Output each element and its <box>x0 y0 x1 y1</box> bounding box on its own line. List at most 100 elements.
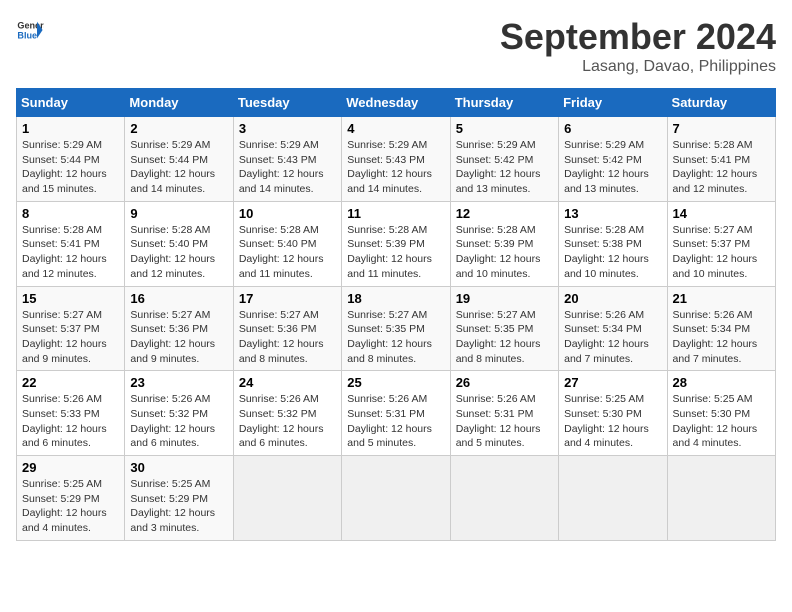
day-number: 21 <box>673 291 770 306</box>
day-number: 10 <box>239 206 336 221</box>
table-row: 29 Sunrise: 5:25 AM Sunset: 5:29 PM Dayli… <box>17 456 776 541</box>
table-cell: 3Sunrise: 5:29 AM Sunset: 5:43 PM Daylig… <box>233 117 341 202</box>
day-info: Sunrise: 5:26 AM Sunset: 5:34 PM Dayligh… <box>564 308 661 367</box>
table-cell <box>450 456 558 541</box>
table-cell <box>667 456 775 541</box>
calendar-title: September 2024 <box>500 16 776 58</box>
table-cell <box>233 456 341 541</box>
table-cell: 25 Sunrise: 5:26 AM Sunset: 5:31 PM Dayli… <box>342 371 450 456</box>
day-number: 26 <box>456 375 553 390</box>
day-number: 13 <box>564 206 661 221</box>
header-row: Sunday Monday Tuesday Wednesday Thursday… <box>17 89 776 117</box>
day-number: 16 <box>130 291 227 306</box>
svg-text:Blue: Blue <box>17 30 37 40</box>
table-cell: 13 Sunrise: 5:28 AM Sunset: 5:38 PM Dayli… <box>559 201 667 286</box>
day-info: Sunrise: 5:29 AM Sunset: 5:44 PM Dayligh… <box>130 138 227 197</box>
table-cell: 28 Sunrise: 5:25 AM Sunset: 5:30 PM Dayli… <box>667 371 775 456</box>
table-cell: 11Sunrise: 5:28 AM Sunset: 5:39 PM Dayli… <box>342 201 450 286</box>
day-number: 19 <box>456 291 553 306</box>
table-cell: 15 Sunrise: 5:27 AM Sunset: 5:37 PM Dayli… <box>17 286 125 371</box>
table-cell <box>342 456 450 541</box>
day-number: 17 <box>239 291 336 306</box>
table-cell: 20 Sunrise: 5:26 AM Sunset: 5:34 PM Dayli… <box>559 286 667 371</box>
table-cell: 14 Sunrise: 5:27 AM Sunset: 5:37 PM Dayli… <box>667 201 775 286</box>
table-cell: 12 Sunrise: 5:28 AM Sunset: 5:39 PM Dayli… <box>450 201 558 286</box>
day-info: Sunrise: 5:29 AM Sunset: 5:42 PM Dayligh… <box>456 138 553 197</box>
day-info: Sunrise: 5:27 AM Sunset: 5:36 PM Dayligh… <box>239 308 336 367</box>
day-info: Sunrise: 5:26 AM Sunset: 5:34 PM Dayligh… <box>673 308 770 367</box>
col-sunday: Sunday <box>17 89 125 117</box>
day-number: 15 <box>22 291 119 306</box>
table-cell: 10 Sunrise: 5:28 AM Sunset: 5:40 PM Dayli… <box>233 201 341 286</box>
day-info: Sunrise: 5:28 AM Sunset: 5:40 PM Dayligh… <box>239 223 336 282</box>
table-row: 22 Sunrise: 5:26 AM Sunset: 5:33 PM Dayli… <box>17 371 776 456</box>
day-info: Sunrise: 5:25 AM Sunset: 5:29 PM Dayligh… <box>130 477 227 536</box>
day-info: Sunrise: 5:26 AM Sunset: 5:32 PM Dayligh… <box>130 392 227 451</box>
table-cell: 7Sunrise: 5:28 AM Sunset: 5:41 PM Daylig… <box>667 117 775 202</box>
col-saturday: Saturday <box>667 89 775 117</box>
col-wednesday: Wednesday <box>342 89 450 117</box>
day-number: 20 <box>564 291 661 306</box>
day-number: 29 <box>22 460 119 475</box>
day-number: 22 <box>22 375 119 390</box>
day-info: Sunrise: 5:26 AM Sunset: 5:31 PM Dayligh… <box>456 392 553 451</box>
day-info: Sunrise: 5:29 AM Sunset: 5:44 PM Dayligh… <box>22 138 119 197</box>
day-number: 9 <box>130 206 227 221</box>
table-cell: 23 Sunrise: 5:26 AM Sunset: 5:32 PM Dayli… <box>125 371 233 456</box>
table-cell: 9 Sunrise: 5:28 AM Sunset: 5:40 PM Daylig… <box>125 201 233 286</box>
day-number: 14 <box>673 206 770 221</box>
col-thursday: Thursday <box>450 89 558 117</box>
day-number: 1 <box>22 121 119 136</box>
header: General Blue September 2024 Lasang, Dava… <box>16 16 776 76</box>
day-info: Sunrise: 5:29 AM Sunset: 5:42 PM Dayligh… <box>564 138 661 197</box>
day-info: Sunrise: 5:28 AM Sunset: 5:40 PM Dayligh… <box>130 223 227 282</box>
day-info: Sunrise: 5:27 AM Sunset: 5:37 PM Dayligh… <box>22 308 119 367</box>
logo: General Blue <box>16 16 44 44</box>
table-cell: 24 Sunrise: 5:26 AM Sunset: 5:32 PM Dayli… <box>233 371 341 456</box>
table-cell: 22 Sunrise: 5:26 AM Sunset: 5:33 PM Dayli… <box>17 371 125 456</box>
col-tuesday: Tuesday <box>233 89 341 117</box>
table-row: 15 Sunrise: 5:27 AM Sunset: 5:37 PM Dayli… <box>17 286 776 371</box>
table-cell: 16 Sunrise: 5:27 AM Sunset: 5:36 PM Dayli… <box>125 286 233 371</box>
day-number: 6 <box>564 121 661 136</box>
table-cell: 27Sunrise: 5:25 AM Sunset: 5:30 PM Dayli… <box>559 371 667 456</box>
day-info: Sunrise: 5:25 AM Sunset: 5:30 PM Dayligh… <box>673 392 770 451</box>
calendar-table: Sunday Monday Tuesday Wednesday Thursday… <box>16 88 776 541</box>
table-cell <box>559 456 667 541</box>
table-row: 8 Sunrise: 5:28 AM Sunset: 5:41 PM Daylig… <box>17 201 776 286</box>
logo-icon: General Blue <box>16 16 44 44</box>
day-number: 30 <box>130 460 227 475</box>
day-info: Sunrise: 5:26 AM Sunset: 5:32 PM Dayligh… <box>239 392 336 451</box>
day-info: Sunrise: 5:29 AM Sunset: 5:43 PM Dayligh… <box>347 138 444 197</box>
day-info: Sunrise: 5:26 AM Sunset: 5:31 PM Dayligh… <box>347 392 444 451</box>
day-number: 4 <box>347 121 444 136</box>
day-info: Sunrise: 5:28 AM Sunset: 5:41 PM Dayligh… <box>22 223 119 282</box>
day-number: 24 <box>239 375 336 390</box>
day-number: 25 <box>347 375 444 390</box>
day-info: Sunrise: 5:25 AM Sunset: 5:29 PM Dayligh… <box>22 477 119 536</box>
table-cell: 5 Sunrise: 5:29 AM Sunset: 5:42 PM Daylig… <box>450 117 558 202</box>
day-number: 11 <box>347 206 444 221</box>
day-info: Sunrise: 5:28 AM Sunset: 5:38 PM Dayligh… <box>564 223 661 282</box>
day-info: Sunrise: 5:27 AM Sunset: 5:35 PM Dayligh… <box>456 308 553 367</box>
title-area: September 2024 Lasang, Davao, Philippine… <box>500 16 776 76</box>
table-cell: 19 Sunrise: 5:27 AM Sunset: 5:35 PM Dayli… <box>450 286 558 371</box>
day-info: Sunrise: 5:28 AM Sunset: 5:39 PM Dayligh… <box>456 223 553 282</box>
table-cell: 2Sunrise: 5:29 AM Sunset: 5:44 PM Daylig… <box>125 117 233 202</box>
col-friday: Friday <box>559 89 667 117</box>
table-cell: 1 Sunrise: 5:29 AM Sunset: 5:44 PM Daylig… <box>17 117 125 202</box>
day-info: Sunrise: 5:26 AM Sunset: 5:33 PM Dayligh… <box>22 392 119 451</box>
day-number: 5 <box>456 121 553 136</box>
day-number: 7 <box>673 121 770 136</box>
day-info: Sunrise: 5:27 AM Sunset: 5:35 PM Dayligh… <box>347 308 444 367</box>
day-number: 8 <box>22 206 119 221</box>
day-info: Sunrise: 5:27 AM Sunset: 5:37 PM Dayligh… <box>673 223 770 282</box>
table-cell: 18Sunrise: 5:27 AM Sunset: 5:35 PM Dayli… <box>342 286 450 371</box>
table-cell: 21 Sunrise: 5:26 AM Sunset: 5:34 PM Dayli… <box>667 286 775 371</box>
day-number: 28 <box>673 375 770 390</box>
day-number: 23 <box>130 375 227 390</box>
day-number: 27 <box>564 375 661 390</box>
day-info: Sunrise: 5:27 AM Sunset: 5:36 PM Dayligh… <box>130 308 227 367</box>
day-number: 12 <box>456 206 553 221</box>
day-info: Sunrise: 5:29 AM Sunset: 5:43 PM Dayligh… <box>239 138 336 197</box>
